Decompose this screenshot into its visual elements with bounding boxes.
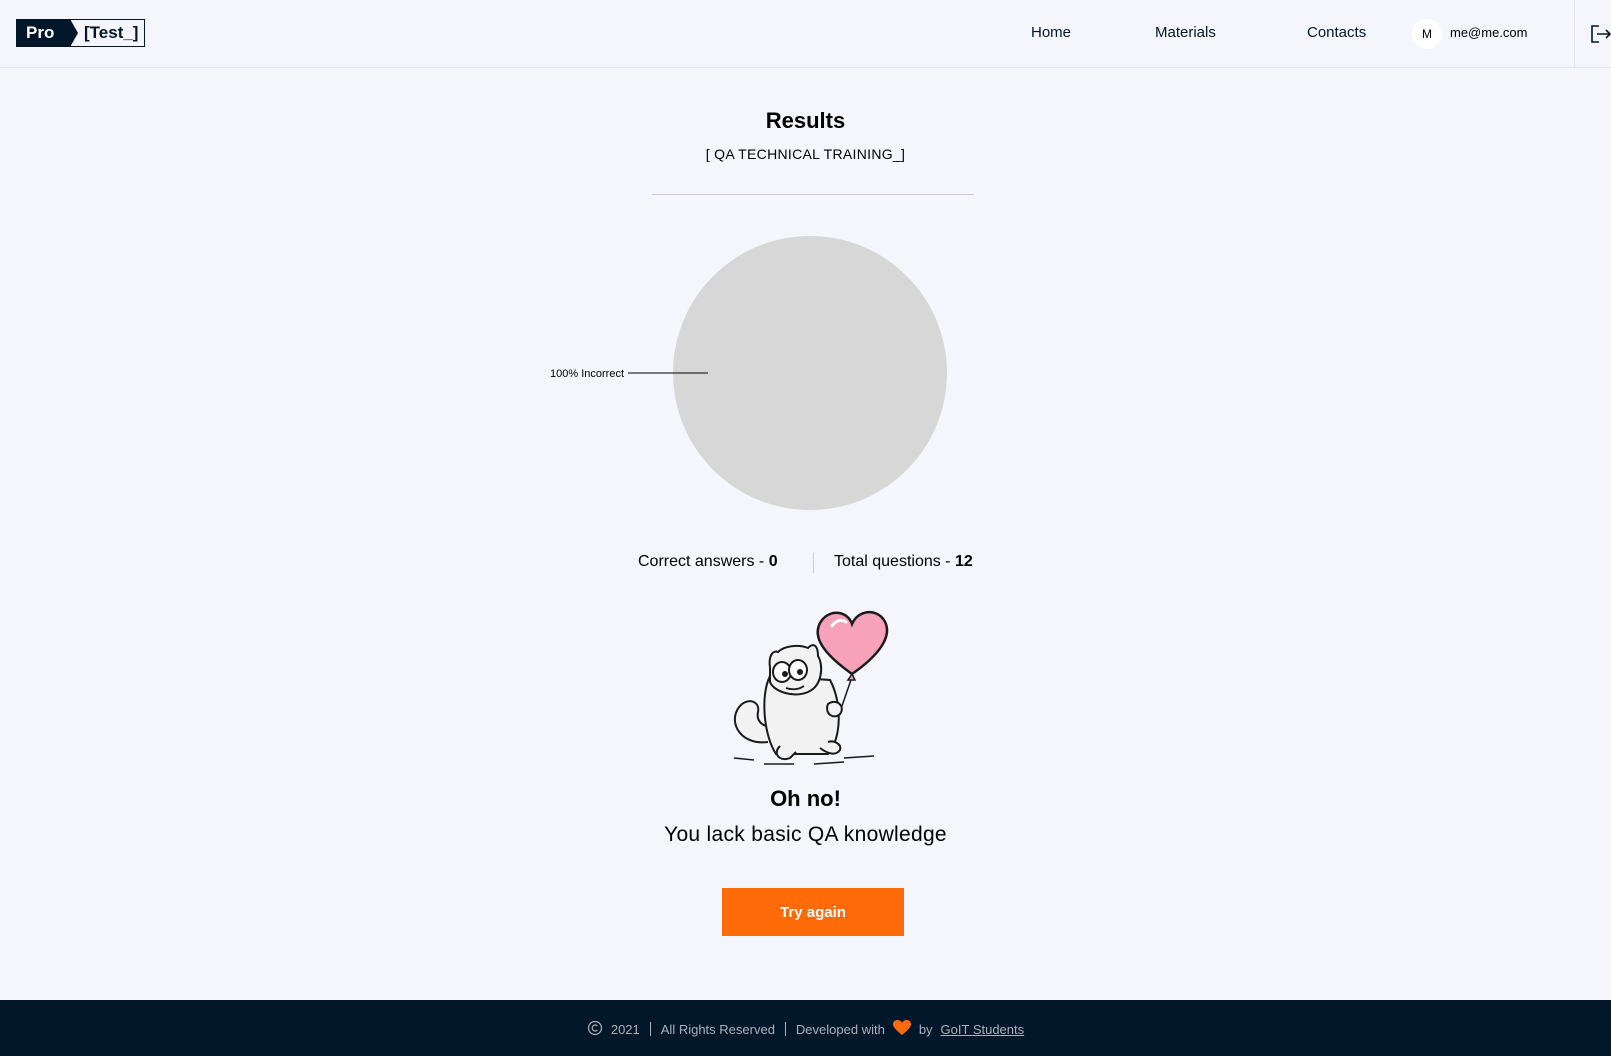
copyright-icon	[587, 1020, 603, 1039]
heart-icon	[892, 1019, 911, 1039]
stat-total: Total questions - 12	[834, 553, 973, 571]
nav-materials[interactable]: Materials	[1155, 24, 1216, 41]
stat-total-label: Total questions -	[834, 553, 955, 570]
footer: 2021 All Rights Reserved Developed with …	[0, 1000, 1611, 1056]
footer-separator	[784, 1022, 786, 1036]
logo-test: [Test_]	[70, 19, 145, 47]
results-pie-chart: 100% Incorrect	[550, 236, 947, 510]
page-subtitle: [ QA TECHNICAL TRAINING_]	[705, 146, 906, 162]
result-title: Oh no!	[770, 786, 841, 811]
logo[interactable]: Pro [Test_]	[16, 19, 145, 47]
stats-divider	[813, 553, 814, 573]
stat-correct: Correct answers - 0	[638, 553, 778, 571]
header: Pro [Test_] Home Materials Contacts M me…	[0, 0, 1611, 68]
nav-contacts[interactable]: Contacts	[1307, 24, 1366, 41]
footer-rights: All Rights Reserved	[660, 1021, 775, 1037]
user-email: me@me.com	[1450, 25, 1528, 40]
footer-row: 2021 All Rights Reserved Developed with …	[0, 1000, 1611, 1056]
pie-slice-incorrect	[673, 236, 947, 510]
avatar[interactable]: M	[1412, 19, 1442, 49]
cat-with-heart-balloon-illustration	[733, 611, 889, 765]
logo-pro: Pro	[16, 19, 78, 47]
header-divider	[1574, 0, 1575, 68]
footer-year: 2021	[610, 1021, 640, 1037]
stat-correct-label: Correct answers -	[638, 553, 769, 570]
footer-team-link[interactable]: GoIT Students	[941, 1022, 1025, 1037]
footer-by: by	[918, 1021, 933, 1037]
result-message: You lack basic QA knowledge	[664, 823, 947, 846]
logout-icon[interactable]	[1590, 24, 1611, 44]
nav-home[interactable]: Home	[1031, 24, 1071, 41]
stat-total-value: 12	[954, 553, 973, 570]
page-title: Results	[765, 108, 846, 133]
stat-correct-value: 0	[768, 553, 778, 570]
stats: Correct answers - 0 Total questions - 12	[0, 553, 1611, 575]
footer-separator	[649, 1022, 651, 1036]
try-again-button[interactable]: Try again	[722, 888, 904, 936]
footer-developed-with: Developed with	[795, 1021, 885, 1037]
title-divider	[652, 194, 974, 195]
pie-data-label: 100% Incorrect	[550, 368, 624, 380]
